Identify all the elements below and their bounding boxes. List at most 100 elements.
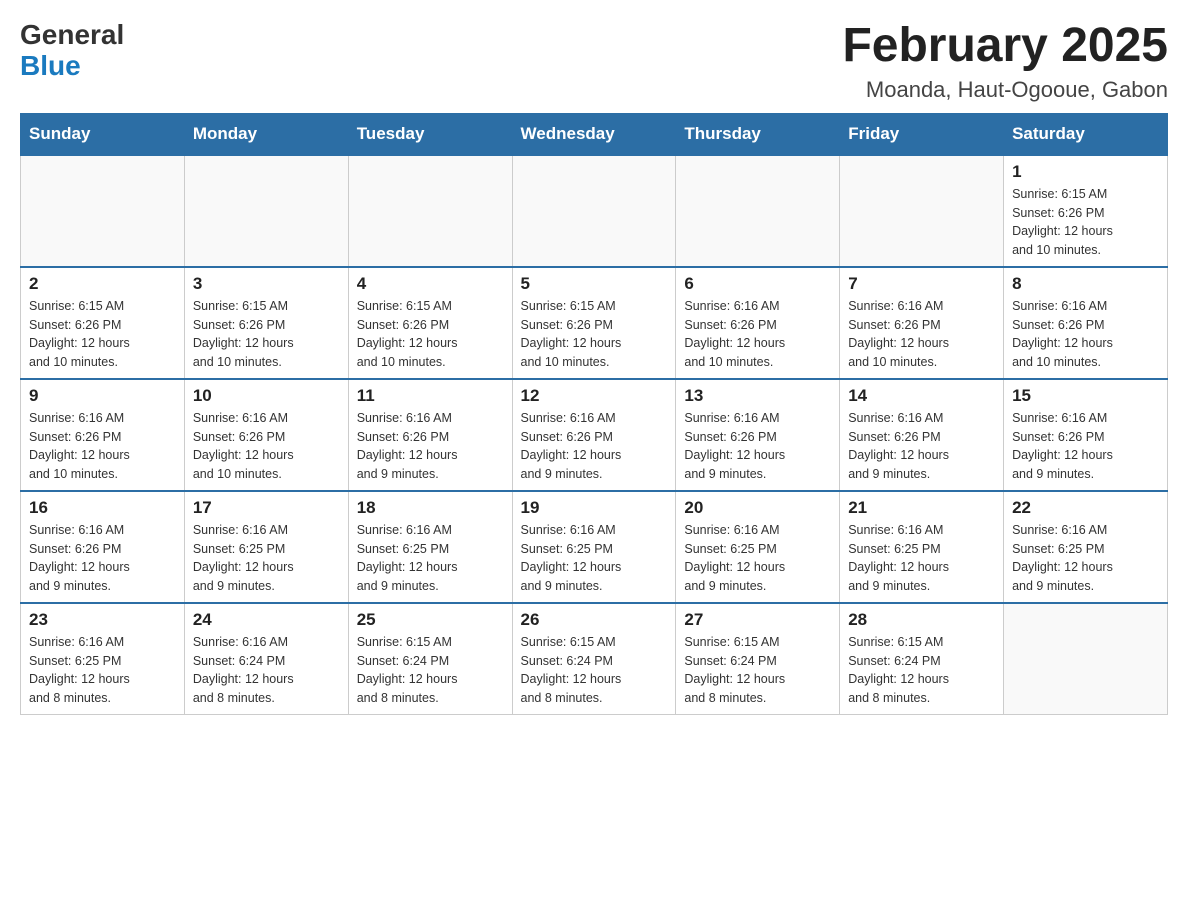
calendar-cell — [512, 155, 676, 267]
calendar-week-row: 23 Sunrise: 6:16 AM Sunset: 6:25 PM Dayli… — [21, 603, 1168, 715]
calendar-cell: 3 Sunrise: 6:15 AM Sunset: 6:26 PM Daylig… — [184, 267, 348, 379]
day-info: Sunrise: 6:16 AM Sunset: 6:26 PM Dayligh… — [29, 521, 176, 596]
calendar-cell: 10 Sunrise: 6:16 AM Sunset: 6:26 PM Dayli… — [184, 379, 348, 491]
calendar-cell — [840, 155, 1004, 267]
day-number: 16 — [29, 498, 176, 518]
title-block: February 2025 Moanda, Haut-Ogooue, Gabon — [842, 20, 1168, 103]
day-number: 22 — [1012, 498, 1159, 518]
logo-general: General — [20, 20, 124, 51]
month-title: February 2025 — [842, 20, 1168, 73]
calendar-cell: 9Sunrise: 6:16 AM Sunset: 6:26 PM Daylig… — [21, 379, 185, 491]
weekday-header-wednesday: Wednesday — [512, 113, 676, 155]
day-number: 18 — [357, 498, 504, 518]
calendar-cell: 24 Sunrise: 6:16 AM Sunset: 6:24 PM Dayli… — [184, 603, 348, 715]
day-number: 24 — [193, 610, 340, 630]
calendar-cell: 20 Sunrise: 6:16 AM Sunset: 6:25 PM Dayli… — [676, 491, 840, 603]
calendar-cell — [348, 155, 512, 267]
calendar-cell: 8Sunrise: 6:16 AM Sunset: 6:26 PM Daylig… — [1004, 267, 1168, 379]
calendar-cell: 2 Sunrise: 6:15 AM Sunset: 6:26 PM Daylig… — [21, 267, 185, 379]
calendar-cell: 11Sunrise: 6:16 AM Sunset: 6:26 PM Dayli… — [348, 379, 512, 491]
weekday-header-sunday: Sunday — [21, 113, 185, 155]
day-number: 12 — [521, 386, 668, 406]
day-number: 21 — [848, 498, 995, 518]
calendar-cell: 15 Sunrise: 6:16 AM Sunset: 6:26 PM Dayli… — [1004, 379, 1168, 491]
calendar-cell: 22 Sunrise: 6:16 AM Sunset: 6:25 PM Dayli… — [1004, 491, 1168, 603]
day-info: Sunrise: 6:16 AM Sunset: 6:26 PM Dayligh… — [684, 409, 831, 484]
day-number: 5 — [521, 274, 668, 294]
day-info: Sunrise: 6:16 AM Sunset: 6:25 PM Dayligh… — [29, 633, 176, 708]
day-number: 2 — [29, 274, 176, 294]
day-info: Sunrise: 6:16 AM Sunset: 6:26 PM Dayligh… — [193, 409, 340, 484]
calendar-cell: 18 Sunrise: 6:16 AM Sunset: 6:25 PM Dayli… — [348, 491, 512, 603]
page-header: General Blue February 2025 Moanda, Haut-… — [20, 20, 1168, 103]
day-info: Sunrise: 6:16 AM Sunset: 6:25 PM Dayligh… — [521, 521, 668, 596]
day-info: Sunrise: 6:16 AM Sunset: 6:25 PM Dayligh… — [193, 521, 340, 596]
day-info: Sunrise: 6:16 AM Sunset: 6:25 PM Dayligh… — [1012, 521, 1159, 596]
day-number: 9 — [29, 386, 176, 406]
day-number: 15 — [1012, 386, 1159, 406]
calendar-cell: 28 Sunrise: 6:15 AM Sunset: 6:24 PM Dayli… — [840, 603, 1004, 715]
day-info: Sunrise: 6:16 AM Sunset: 6:26 PM Dayligh… — [848, 409, 995, 484]
calendar-cell: 27Sunrise: 6:15 AM Sunset: 6:24 PM Dayli… — [676, 603, 840, 715]
day-number: 27 — [684, 610, 831, 630]
day-info: Sunrise: 6:16 AM Sunset: 6:26 PM Dayligh… — [521, 409, 668, 484]
calendar-week-row: 2 Sunrise: 6:15 AM Sunset: 6:26 PM Daylig… — [21, 267, 1168, 379]
day-info: Sunrise: 6:15 AM Sunset: 6:26 PM Dayligh… — [521, 297, 668, 372]
day-number: 1 — [1012, 162, 1159, 182]
calendar-cell: 25 Sunrise: 6:15 AM Sunset: 6:24 PM Dayli… — [348, 603, 512, 715]
day-number: 6 — [684, 274, 831, 294]
day-number: 17 — [193, 498, 340, 518]
weekday-header-thursday: Thursday — [676, 113, 840, 155]
day-info: Sunrise: 6:15 AM Sunset: 6:26 PM Dayligh… — [29, 297, 176, 372]
day-info: Sunrise: 6:16 AM Sunset: 6:25 PM Dayligh… — [684, 521, 831, 596]
day-info: Sunrise: 6:15 AM Sunset: 6:26 PM Dayligh… — [357, 297, 504, 372]
calendar-cell: 26 Sunrise: 6:15 AM Sunset: 6:24 PM Dayli… — [512, 603, 676, 715]
weekday-header-monday: Monday — [184, 113, 348, 155]
day-info: Sunrise: 6:15 AM Sunset: 6:24 PM Dayligh… — [848, 633, 995, 708]
calendar-cell: 5 Sunrise: 6:15 AM Sunset: 6:26 PM Daylig… — [512, 267, 676, 379]
day-number: 20 — [684, 498, 831, 518]
day-info: Sunrise: 6:16 AM Sunset: 6:26 PM Dayligh… — [684, 297, 831, 372]
day-info: Sunrise: 6:16 AM Sunset: 6:25 PM Dayligh… — [848, 521, 995, 596]
day-number: 10 — [193, 386, 340, 406]
weekday-header-saturday: Saturday — [1004, 113, 1168, 155]
calendar-cell: 17 Sunrise: 6:16 AM Sunset: 6:25 PM Dayli… — [184, 491, 348, 603]
day-number: 4 — [357, 274, 504, 294]
day-info: Sunrise: 6:15 AM Sunset: 6:24 PM Dayligh… — [357, 633, 504, 708]
calendar-cell — [21, 155, 185, 267]
day-number: 8 — [1012, 274, 1159, 294]
calendar-week-row: 9 Sunrise: 6:16 AM Sunset: 6:26 PM Daylig… — [21, 379, 1168, 491]
day-info: Sunrise: 6:15 AM Sunset: 6:24 PM Dayligh… — [521, 633, 668, 708]
day-number: 11 — [357, 386, 504, 406]
calendar-week-row: 16 Sunrise: 6:16 AM Sunset: 6:26 PM Dayli… — [21, 491, 1168, 603]
calendar-cell: 16 Sunrise: 6:16 AM Sunset: 6:26 PM Dayli… — [21, 491, 185, 603]
weekday-header-tuesday: Tuesday — [348, 113, 512, 155]
day-number: 25 — [357, 610, 504, 630]
calendar-cell: 7Sunrise: 6:16 AM Sunset: 6:26 PM Daylig… — [840, 267, 1004, 379]
calendar-cell: 13 Sunrise: 6:16 AM Sunset: 6:26 PM Dayli… — [676, 379, 840, 491]
calendar-cell: 12 Sunrise: 6:16 AM Sunset: 6:26 PM Dayli… — [512, 379, 676, 491]
day-info: Sunrise: 6:16 AM Sunset: 6:25 PM Dayligh… — [357, 521, 504, 596]
weekday-header-friday: Friday — [840, 113, 1004, 155]
day-number: 13 — [684, 386, 831, 406]
calendar-table: SundayMondayTuesdayWednesdayThursdayFrid… — [20, 113, 1168, 715]
day-info: Sunrise: 6:16 AM Sunset: 6:26 PM Dayligh… — [848, 297, 995, 372]
day-number: 3 — [193, 274, 340, 294]
calendar-cell: 19 Sunrise: 6:16 AM Sunset: 6:25 PM Dayli… — [512, 491, 676, 603]
day-number: 26 — [521, 610, 668, 630]
day-info: Sunrise: 6:16 AM Sunset: 6:24 PM Dayligh… — [193, 633, 340, 708]
weekday-header-row: SundayMondayTuesdayWednesdayThursdayFrid… — [21, 113, 1168, 155]
day-number: 23 — [29, 610, 176, 630]
calendar-week-row: 1Sunrise: 6:15 AM Sunset: 6:26 PM Daylig… — [21, 155, 1168, 267]
logo: General Blue — [20, 20, 124, 82]
day-number: 28 — [848, 610, 995, 630]
calendar-cell: 6 Sunrise: 6:16 AM Sunset: 6:26 PM Daylig… — [676, 267, 840, 379]
logo-blue: Blue — [20, 51, 124, 82]
day-number: 19 — [521, 498, 668, 518]
day-info: Sunrise: 6:15 AM Sunset: 6:26 PM Dayligh… — [193, 297, 340, 372]
calendar-cell: 4 Sunrise: 6:15 AM Sunset: 6:26 PM Daylig… — [348, 267, 512, 379]
calendar-cell — [676, 155, 840, 267]
calendar-cell: 21 Sunrise: 6:16 AM Sunset: 6:25 PM Dayli… — [840, 491, 1004, 603]
day-info: Sunrise: 6:16 AM Sunset: 6:26 PM Dayligh… — [1012, 409, 1159, 484]
day-number: 14 — [848, 386, 995, 406]
